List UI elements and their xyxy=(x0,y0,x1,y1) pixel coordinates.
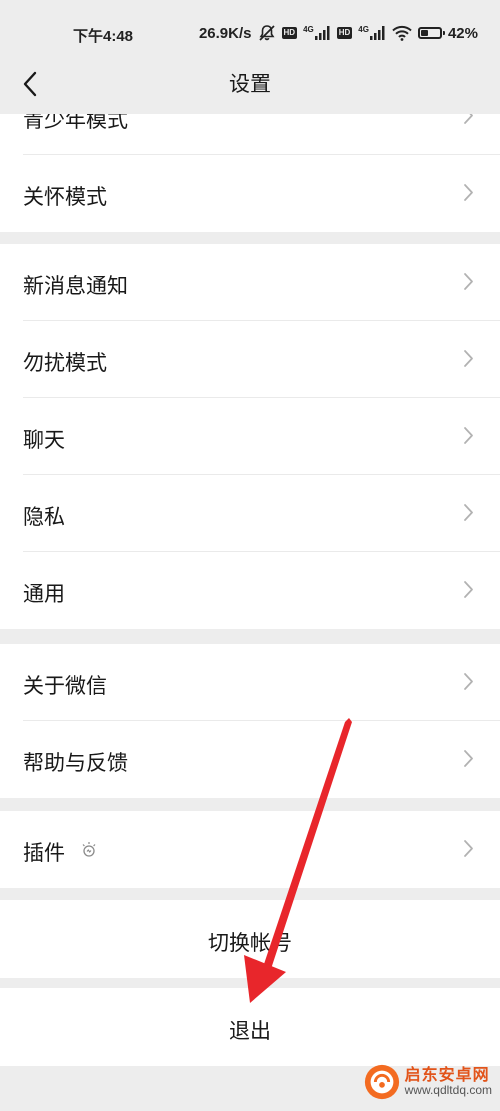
chevron-right-icon xyxy=(464,504,473,521)
settings-item-label: 帮助与反馈 xyxy=(23,751,128,775)
logout-label: 退出 xyxy=(229,1019,271,1043)
settings-item-notifications[interactable]: 新消息通知 xyxy=(0,244,500,321)
chevron-right-icon xyxy=(464,273,473,290)
chevron-right-icon xyxy=(464,184,473,201)
site-watermark: 启东安卓网 www.qdltdq.com xyxy=(363,1063,492,1101)
settings-item-chat[interactable]: 聊天 xyxy=(0,398,500,475)
status-indicators: 26.9K/s HD 4G HD 4G 42% xyxy=(199,24,478,42)
wifi-icon xyxy=(392,25,412,41)
settings-item-label: 插件 xyxy=(23,841,65,865)
settings-item-help-feedback[interactable]: 帮助与反馈 xyxy=(0,721,500,798)
settings-item-privacy[interactable]: 隐私 xyxy=(0,475,500,552)
logout-group: 退出 xyxy=(0,988,500,1066)
chevron-right-icon xyxy=(464,350,473,367)
settings-group: 插件 xyxy=(0,811,500,888)
switch-account-button[interactable]: 切换帐号 xyxy=(0,900,500,978)
cellular-signal-icon: 4G xyxy=(303,26,331,40)
network-speed: 26.9K/s xyxy=(198,24,252,42)
chevron-right-icon xyxy=(464,427,473,444)
mute-icon xyxy=(258,24,276,42)
status-bar: 下午4:48 26.9K/s HD 4G HD 4G 42% xyxy=(0,0,500,62)
settings-item-label: 勿扰模式 xyxy=(23,351,107,375)
navigation-bar: 设置 xyxy=(0,62,500,114)
hd-icon: HD xyxy=(336,27,353,39)
battery-icon xyxy=(417,27,445,39)
settings-item-label: 聊天 xyxy=(23,428,65,452)
settings-item-about[interactable]: 关于微信 xyxy=(0,644,500,721)
settings-group: 新消息通知 勿扰模式 聊天 隐私 通用 xyxy=(0,244,500,629)
watermark-title: 启东安卓网 xyxy=(404,1065,490,1085)
settings-item-do-not-disturb[interactable]: 勿扰模式 xyxy=(0,321,500,398)
switch-account-group: 切换帐号 xyxy=(0,900,500,978)
cellular-signal-icon: 4G xyxy=(358,26,386,40)
settings-item-label: 隐私 xyxy=(23,505,65,529)
switch-account-label: 切换帐号 xyxy=(208,931,292,955)
status-time: 下午4:48 xyxy=(73,28,134,45)
lightbulb-icon xyxy=(82,842,96,857)
settings-group: 关于微信 帮助与反馈 xyxy=(0,644,500,798)
settings-item-label: 关于微信 xyxy=(23,674,107,698)
battery-percent: 42% xyxy=(447,24,478,42)
page-title: 设置 xyxy=(229,72,271,96)
watermark-logo-icon xyxy=(364,1064,399,1100)
settings-item-label: 关怀模式 xyxy=(23,185,107,209)
hd-icon: HD xyxy=(281,27,298,39)
settings-item-plugins[interactable]: 插件 xyxy=(0,811,500,888)
watermark-url: www.qdltdq.com xyxy=(404,1083,492,1098)
chevron-right-icon xyxy=(464,673,473,690)
settings-item-label: 通用 xyxy=(23,582,65,606)
chevron-right-icon xyxy=(464,840,473,857)
chevron-right-icon xyxy=(464,581,473,598)
settings-item-general[interactable]: 通用 xyxy=(0,552,500,629)
settings-item-label: 新消息通知 xyxy=(23,274,128,298)
logout-button[interactable]: 退出 xyxy=(0,988,500,1066)
chevron-right-icon xyxy=(464,750,473,767)
settings-item-care-mode[interactable]: 关怀模式 xyxy=(0,155,500,232)
